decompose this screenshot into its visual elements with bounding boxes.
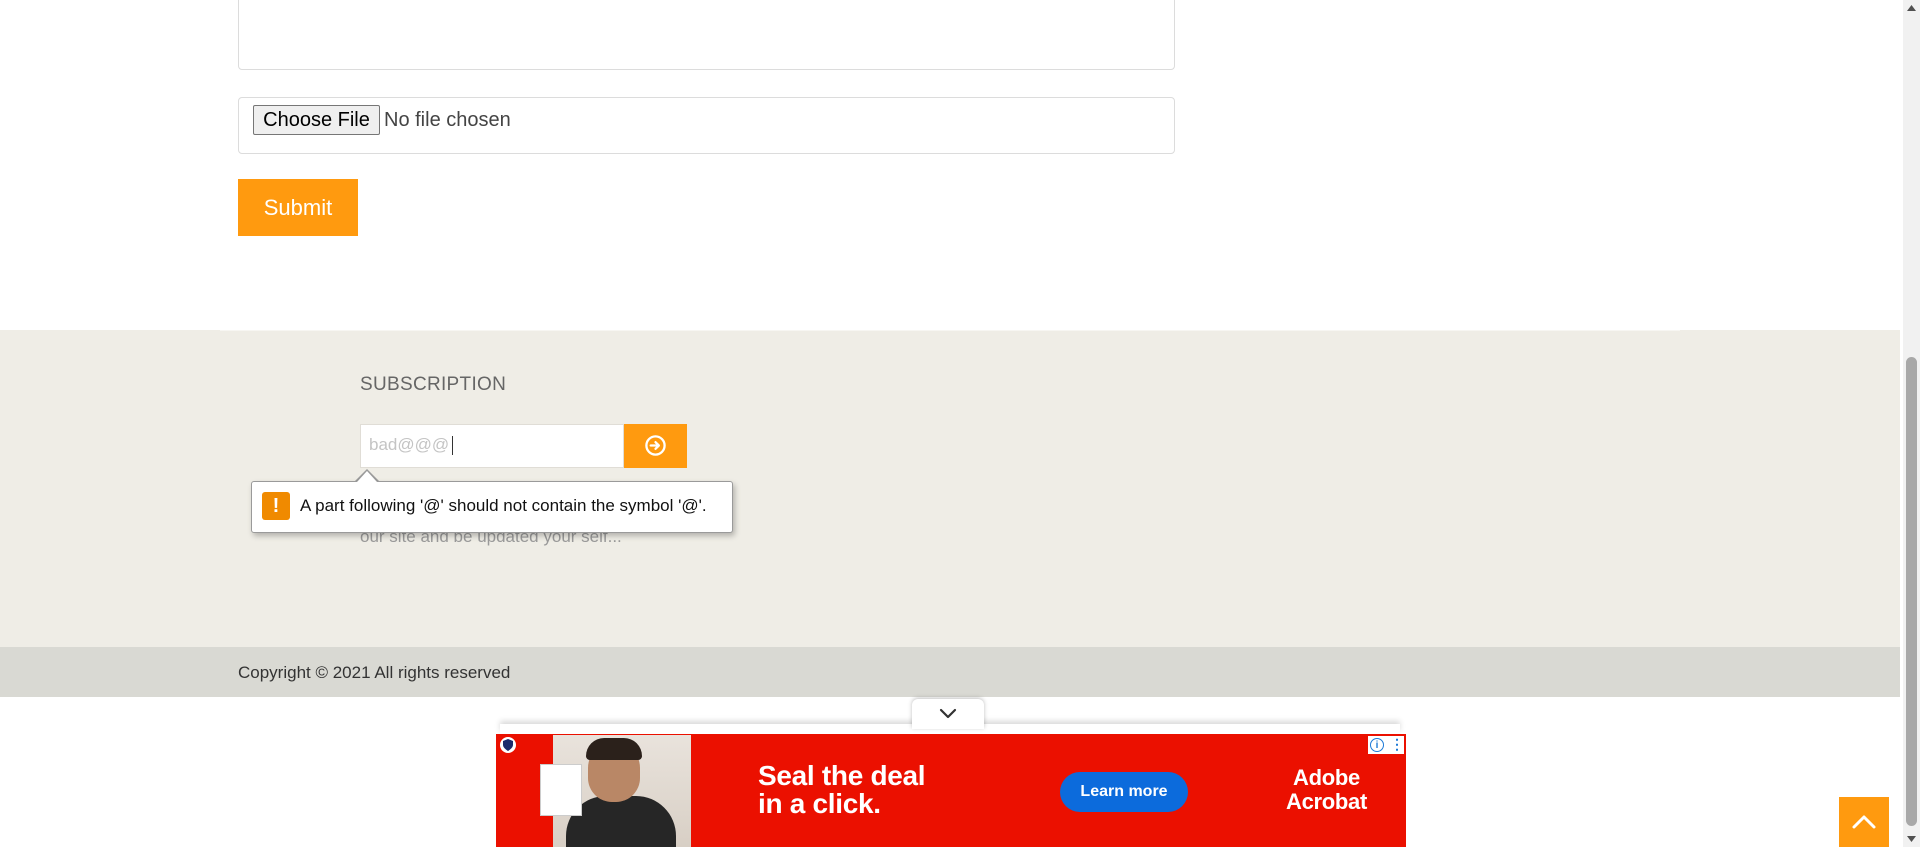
message-textarea[interactable] bbox=[238, 0, 1175, 70]
ad-brand-line2: Acrobat bbox=[1286, 789, 1368, 814]
choose-file-button[interactable]: Choose File bbox=[253, 105, 380, 135]
arrow-circle-right-icon bbox=[645, 435, 666, 456]
info-icon[interactable]: i bbox=[1370, 738, 1384, 752]
ad-person-hair bbox=[586, 738, 642, 760]
ad-brand: Adobe Acrobat bbox=[1286, 766, 1367, 814]
subscribe-button[interactable] bbox=[624, 424, 687, 468]
ad-shield-icon bbox=[500, 737, 516, 753]
triangle-up-icon bbox=[1907, 5, 1916, 11]
triangle-down-icon bbox=[1907, 836, 1916, 842]
ad-headline: Seal the deal in a click. bbox=[758, 760, 926, 819]
scrollbar-thumb[interactable] bbox=[1906, 357, 1917, 826]
section-divider bbox=[220, 330, 1680, 331]
back-to-top-button[interactable] bbox=[1839, 797, 1889, 847]
ad-headline-line1: Seal the deal bbox=[758, 760, 926, 791]
tooltip-arrow-inner bbox=[357, 471, 377, 482]
subscription-heading: SUBSCRIPTION bbox=[360, 374, 507, 395]
copyright-text: Copyright © 2021 All rights reserved bbox=[238, 663, 511, 682]
ad-learn-more-button[interactable]: Learn more bbox=[1060, 772, 1188, 812]
ad-collapse-button[interactable] bbox=[912, 699, 984, 729]
text-caret bbox=[452, 436, 453, 455]
chevron-up-icon bbox=[1852, 815, 1876, 829]
ad-document-image bbox=[540, 764, 582, 816]
chevron-down-icon bbox=[939, 708, 957, 719]
subscription-email-value: bad@@@ bbox=[369, 435, 450, 454]
file-status-text: No file chosen bbox=[384, 109, 511, 131]
warning-icon: ! bbox=[262, 492, 290, 520]
ad-headline-line2: in a click. bbox=[758, 788, 881, 819]
more-options-icon[interactable]: ⋮ bbox=[1390, 736, 1404, 752]
validation-message: A part following '@' should not contain … bbox=[300, 496, 707, 515]
submit-button[interactable]: Submit bbox=[238, 179, 358, 236]
ad-brand-line1: Adobe bbox=[1293, 765, 1360, 790]
ad-banner[interactable]: Seal the deal in a click. Learn more Ado… bbox=[496, 734, 1406, 847]
scroll-down-arrow[interactable] bbox=[1903, 830, 1920, 847]
scroll-up-arrow[interactable] bbox=[1903, 0, 1920, 17]
ad-person-body bbox=[566, 796, 676, 847]
